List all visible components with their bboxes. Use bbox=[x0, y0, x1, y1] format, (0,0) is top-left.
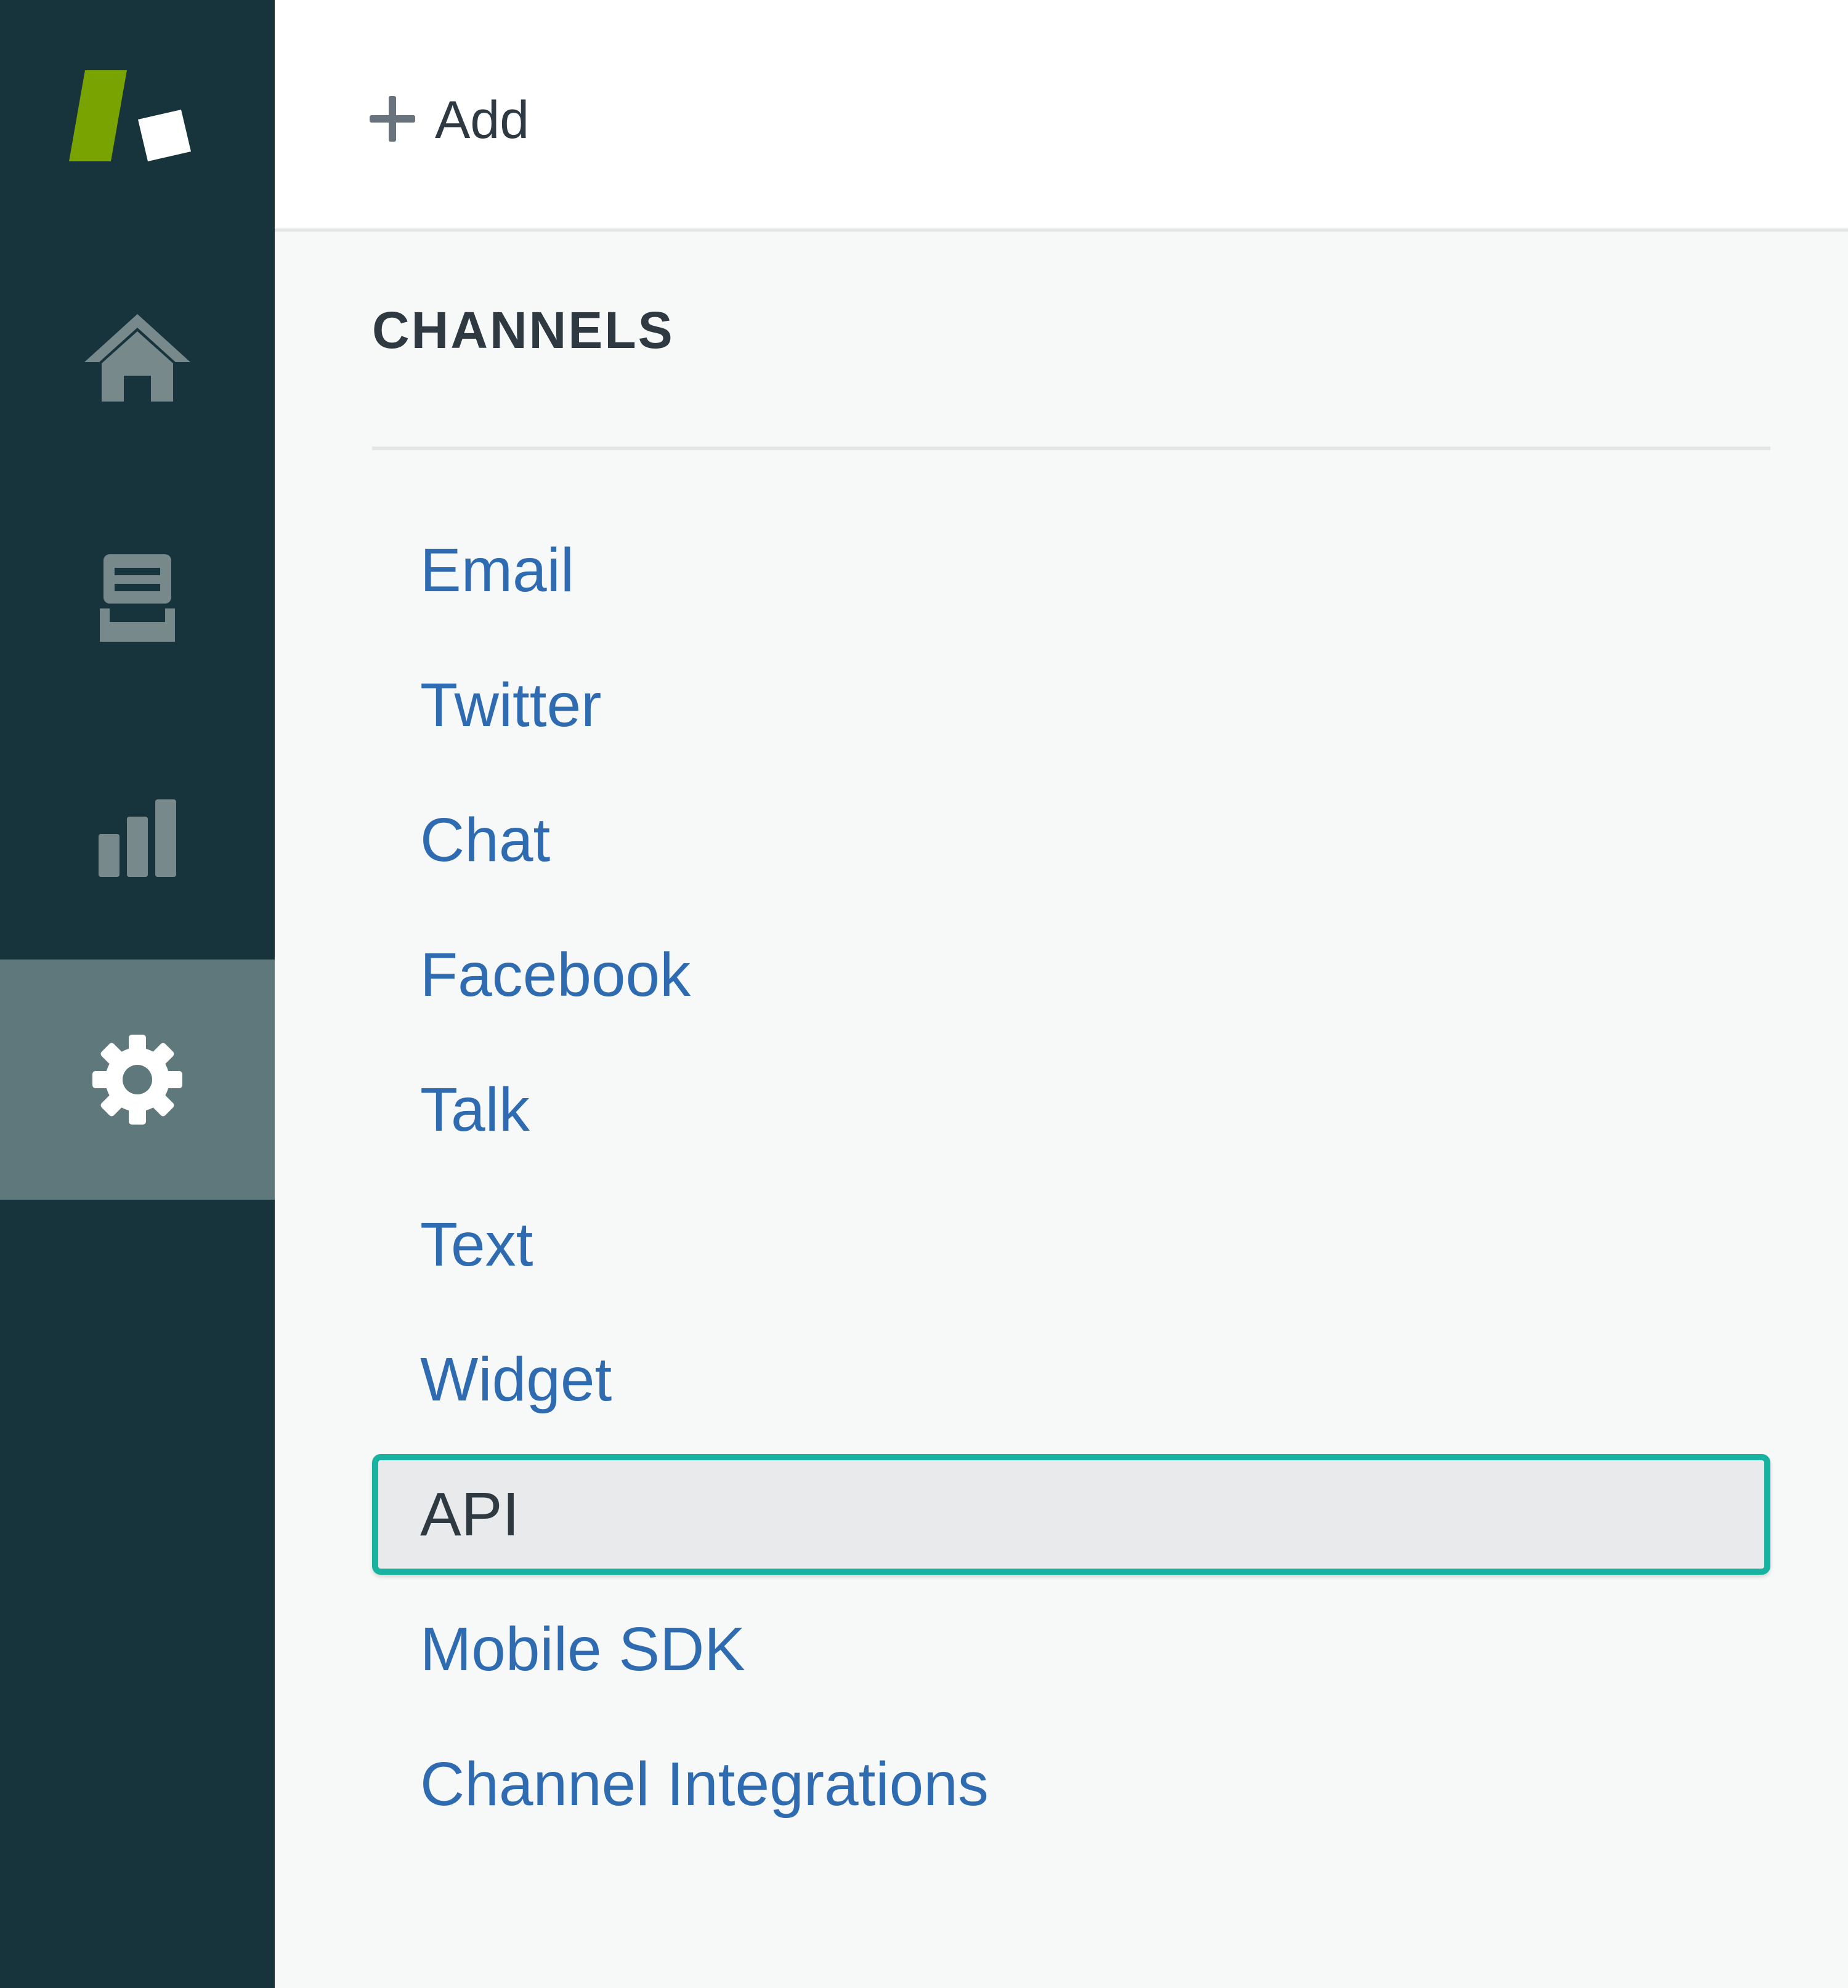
sidebar-item-views[interactable] bbox=[0, 478, 275, 718]
top-header: Add bbox=[275, 0, 1848, 232]
channel-link-facebook[interactable]: Facebook bbox=[420, 944, 691, 1006]
channel-item-chat[interactable]: Chat bbox=[372, 772, 1770, 907]
gear-icon bbox=[91, 1033, 184, 1126]
channel-item-widget[interactable]: Widget bbox=[372, 1312, 1770, 1447]
add-button[interactable]: Add bbox=[368, 86, 529, 154]
plus-icon bbox=[368, 95, 416, 146]
channel-item-api[interactable]: API bbox=[372, 1454, 1770, 1575]
channel-item-twitter[interactable]: Twitter bbox=[372, 637, 1770, 772]
channel-item-email[interactable]: Email bbox=[372, 503, 1770, 637]
channel-item-mobile-sdk[interactable]: Mobile SDK bbox=[372, 1582, 1770, 1716]
channel-link-chat[interactable]: Chat bbox=[420, 809, 550, 871]
channel-link-channel-integrations[interactable]: Channel Integrations bbox=[420, 1753, 989, 1815]
reporting-bar-chart-icon bbox=[97, 798, 177, 878]
add-button-label: Add bbox=[435, 91, 530, 150]
channel-link-api[interactable]: API bbox=[420, 1484, 519, 1545]
channel-item-talk[interactable]: Talk bbox=[372, 1042, 1770, 1177]
section-divider bbox=[372, 446, 1770, 450]
sidebar-item-reporting[interactable] bbox=[0, 718, 275, 958]
channel-link-mobile-sdk[interactable]: Mobile SDK bbox=[420, 1618, 745, 1680]
channel-link-widget[interactable]: Widget bbox=[420, 1349, 612, 1410]
channel-item-channel-integrations[interactable]: Channel Integrations bbox=[372, 1716, 1770, 1851]
home-icon bbox=[82, 312, 193, 404]
channel-item-facebook[interactable]: Facebook bbox=[372, 907, 1770, 1042]
sidebar-item-admin[interactable] bbox=[0, 960, 275, 1200]
channel-item-text[interactable]: Text bbox=[372, 1177, 1770, 1312]
views-inbox-icon bbox=[97, 552, 177, 644]
sidebar-nav bbox=[0, 0, 275, 1988]
sidebar-item-home[interactable] bbox=[0, 238, 275, 478]
section-title-channels: CHANNELS bbox=[372, 301, 675, 359]
channel-list: Email Twitter Chat Facebook Talk Text Wi… bbox=[372, 503, 1770, 1851]
channel-link-twitter[interactable]: Twitter bbox=[420, 674, 601, 736]
zendesk-logo[interactable] bbox=[67, 67, 193, 165]
channel-link-email[interactable]: Email bbox=[420, 539, 574, 601]
admin-menu-panel: CHANNELS Email Twitter Chat Facebook Tal… bbox=[275, 232, 1848, 1988]
channel-link-talk[interactable]: Talk bbox=[420, 1079, 530, 1141]
channel-link-text[interactable]: Text bbox=[420, 1214, 533, 1275]
